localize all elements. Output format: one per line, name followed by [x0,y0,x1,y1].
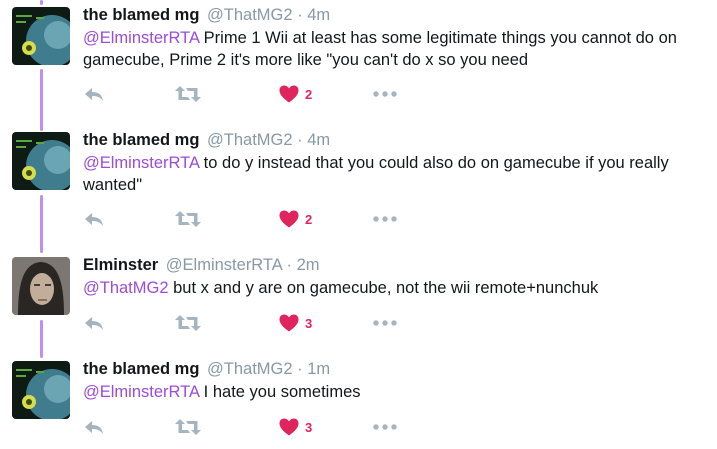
avatar[interactable] [12,361,70,419]
more-dots-icon [373,320,397,326]
mention-link[interactable]: @ElminsterRTA [83,154,199,172]
person-avatar-icon [12,257,70,315]
more-dots-icon [373,91,397,97]
more-dots-icon [373,424,397,430]
tweet-text: @ElminsterRTA I hate you sometimes [83,381,707,403]
tweet-text: @ThatMG2 but x and y are on gamecube, no… [83,277,707,299]
samus-avatar-icon [12,132,70,190]
samus-avatar-icon [12,361,70,419]
display-name[interactable]: the blamed mg [83,360,199,378]
reply-icon [85,213,103,226]
display-name[interactable]: the blamed mg [83,131,199,149]
retweet-button[interactable] [175,207,201,231]
more-button[interactable] [373,207,397,231]
tweet[interactable]: the blamed mg @ThatMG2 · 4m @ElminsterRT… [0,0,717,115]
timestamp[interactable]: 4m [307,131,330,149]
samus-avatar-icon [12,7,70,65]
retweet-icon [175,86,201,102]
like-count: 2 [305,211,313,227]
reply-button[interactable] [83,82,105,106]
avatar[interactable] [12,132,70,190]
reply-button[interactable] [83,415,105,439]
reply-button[interactable] [83,207,105,231]
reply-icon [85,88,103,101]
like-button[interactable]: 3 [279,311,312,335]
username[interactable]: @ThatMG2 [207,131,293,149]
tweet-text: @ElminsterRTA Prime 1 Wii at least has s… [83,27,707,71]
like-button[interactable]: 3 [279,415,312,439]
like-button[interactable]: 2 [279,82,312,106]
username[interactable]: @ElminsterRTA [166,256,282,274]
mention-link[interactable]: @ElminsterRTA [83,29,199,47]
avatar[interactable] [12,257,70,315]
like-count: 3 [305,315,313,331]
mention-link[interactable]: @ElminsterRTA [83,383,199,401]
tweet-header: Elminster @ElminsterRTA · 2m [83,255,707,275]
timestamp[interactable]: 2m [297,256,320,274]
retweet-button[interactable] [175,82,201,106]
timestamp[interactable]: 4m [307,6,330,24]
reply-button[interactable] [83,311,105,335]
retweet-icon [175,315,201,331]
separator-dot: · [297,360,303,378]
heart-icon [279,210,299,228]
tweet-header: the blamed mg @ThatMG2 · 4m [83,5,707,25]
like-count: 2 [305,86,313,102]
retweet-button[interactable] [175,415,201,439]
avatar[interactable] [12,7,70,65]
separator-dot: · [297,6,303,24]
timestamp[interactable]: 1m [307,360,330,378]
tweet-header: the blamed mg @ThatMG2 · 1m [83,359,707,379]
reply-icon [85,317,103,330]
retweet-icon [175,211,201,227]
tweet-body: I hate you sometimes [199,383,361,401]
tweet[interactable]: the blamed mg @ThatMG2 · 1m @ElminsterRT… [0,354,717,449]
like-count: 3 [305,419,313,435]
retweet-icon [175,419,201,435]
separator-dot: · [297,131,303,149]
username[interactable]: @ThatMG2 [207,360,293,378]
more-dots-icon [373,216,397,222]
tweet[interactable]: the blamed mg @ThatMG2 · 4m @ElminsterRT… [0,125,717,240]
heart-icon [279,85,299,103]
tweet[interactable]: Elminster @ElminsterRTA · 2m @ThatMG2 bu… [0,250,717,345]
like-button[interactable]: 2 [279,207,312,231]
tweet-body: but x and y are on gamecube, not the wii… [168,279,599,297]
reply-icon [85,421,103,434]
separator-dot: · [286,256,292,274]
mention-link[interactable]: @ThatMG2 [83,279,169,297]
tweet-text: @ElminsterRTA to do y instead that you c… [83,152,707,196]
display-name[interactable]: Elminster [83,256,158,274]
heart-icon [279,314,299,332]
tweet-header: the blamed mg @ThatMG2 · 4m [83,130,707,150]
more-button[interactable] [373,311,397,335]
heart-icon [279,418,299,436]
username[interactable]: @ThatMG2 [207,6,293,24]
retweet-button[interactable] [175,311,201,335]
display-name[interactable]: the blamed mg [83,6,199,24]
more-button[interactable] [373,415,397,439]
more-button[interactable] [373,82,397,106]
